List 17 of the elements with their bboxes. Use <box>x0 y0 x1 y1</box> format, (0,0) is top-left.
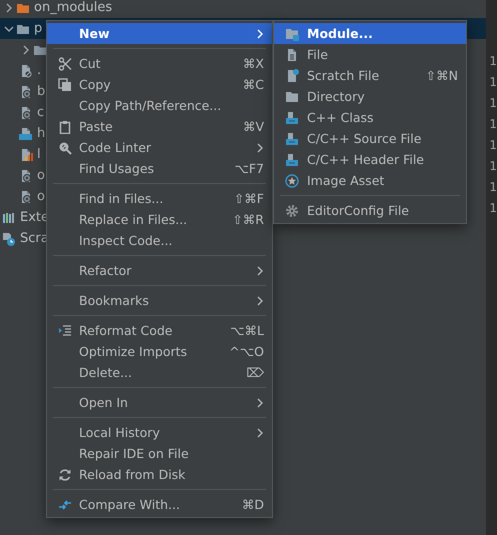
tree-item-label: on_modules <box>34 0 112 15</box>
tree-item-label: h <box>37 126 46 141</box>
line-number: 1 <box>488 74 497 91</box>
line-number: 1 <box>488 137 497 154</box>
tree-item-label: o <box>37 168 45 183</box>
line-number: 1 <box>488 116 497 133</box>
line-number: 1 <box>488 53 497 70</box>
line-number: 1 <box>488 179 497 196</box>
tree-item-label: l <box>37 147 41 162</box>
line-number: 1 <box>488 200 497 217</box>
tree-item-label: . <box>37 63 42 78</box>
line-number: 1 <box>488 158 497 175</box>
line-number: 1 <box>488 95 497 112</box>
tree-item-label: o <box>37 189 45 204</box>
tree-item-label: b <box>37 84 46 99</box>
tree-item-label: c <box>37 105 44 120</box>
tree-item-label: p <box>34 21 42 36</box>
